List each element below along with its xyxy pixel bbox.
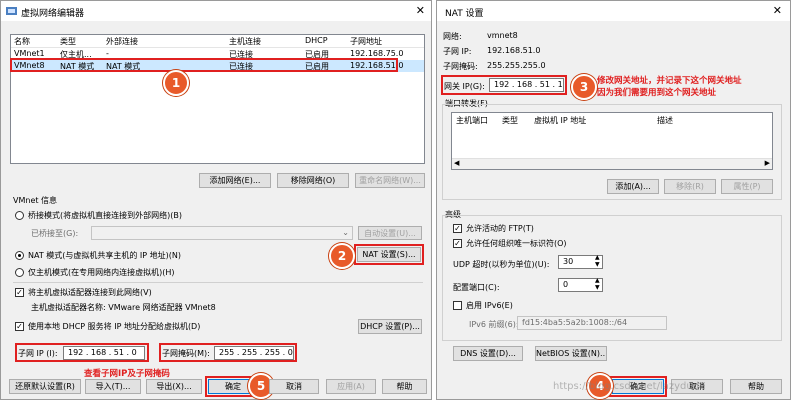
- network-table[interactable]: 名称 类型 外部连接 主机连接 DHCP 子网地址 VMnet1 仅主机... …: [10, 34, 425, 164]
- horizontal-scrollbar[interactable]: ◀ ▶: [452, 158, 772, 169]
- vmware-app-icon: [6, 7, 17, 15]
- import-button[interactable]: 导入(T)...: [85, 379, 141, 394]
- subnet-mask-value: 255.255.255.0: [487, 61, 546, 70]
- cancel-button[interactable]: 取消: [269, 379, 319, 394]
- chevron-down-icon: ⌄: [342, 228, 349, 237]
- connect-adapter-checkbox[interactable]: ✓: [15, 288, 24, 297]
- step-badge-1: 1: [163, 70, 189, 96]
- column-header[interactable]: 外部连接: [106, 36, 138, 47]
- column-header[interactable]: 主机端口: [456, 115, 488, 126]
- subnet-ip-label: 子网 IP:: [443, 47, 472, 56]
- scroll-right-icon[interactable]: ▶: [765, 159, 770, 167]
- remove-button[interactable]: 移除(R): [664, 179, 716, 194]
- column-header[interactable]: 类型: [502, 115, 518, 126]
- cell-name: VMnet1: [14, 49, 45, 58]
- netbios-settings-button[interactable]: NetBIOS 设置(N)...: [535, 346, 607, 361]
- scroll-left-icon[interactable]: ◀: [454, 159, 459, 167]
- column-header[interactable]: 名称: [14, 36, 30, 47]
- table-header: 名称 类型 外部连接 主机连接 DHCP 子网地址: [11, 35, 424, 48]
- connect-adapter-label[interactable]: 将主机虚拟适配器连接到此网络(V): [28, 287, 152, 298]
- add-network-button[interactable]: 添加网络(E)...: [199, 173, 271, 188]
- ipv6-prefix-field[interactable]: fd15:4ba5:5a2b:1008::/64: [517, 316, 667, 330]
- config-port-spinner-icon[interactable]: ▲ ▼: [595, 277, 600, 291]
- adapter-name-label: 主机虚拟适配器名称: VMware 网络适配器 VMnet8: [31, 303, 216, 312]
- close-icon[interactable]: ✕: [416, 4, 425, 17]
- host-only-label[interactable]: 仅主机模式(在专用网络内连接虚拟机)(H): [28, 267, 175, 278]
- bridge-mode-label[interactable]: 桥接模式(将虚拟机直接连接到外部网络)(B): [28, 210, 182, 221]
- highlight-vmnet8-row: [10, 58, 398, 72]
- annotation-gateway-line1: 修改网关地址，并记录下这个网关地址: [597, 76, 742, 86]
- column-header[interactable]: DHCP: [305, 36, 328, 45]
- restore-defaults-button[interactable]: 还原默认设置(R): [9, 379, 81, 394]
- use-dhcp-label[interactable]: 使用本地 DHCP 服务将 IP 地址分配给虚拟机(D): [28, 321, 200, 332]
- close-icon[interactable]: ✕: [773, 4, 782, 17]
- use-dhcp-checkbox[interactable]: ✓: [15, 322, 24, 331]
- cell-subnet: 192.168.75.0: [350, 49, 404, 58]
- highlight-subnet-ip: [15, 343, 149, 362]
- column-header[interactable]: 主机连接: [229, 36, 261, 47]
- apply-button[interactable]: 应用(A): [326, 379, 376, 394]
- allow-ftp-label[interactable]: 允许活动的 FTP(T): [466, 223, 534, 234]
- udp-timeout-spinner-icon[interactable]: ▲ ▼: [595, 254, 600, 268]
- step-badge-2: 2: [329, 243, 355, 269]
- window-title: 虚拟网络编辑器: [21, 9, 85, 19]
- subnet-mask-label: 子网掩码:: [443, 62, 478, 71]
- highlight-nat-settings: [354, 244, 424, 265]
- separator: [13, 282, 423, 283]
- help-button[interactable]: 帮助: [382, 379, 427, 394]
- annotation-gateway-line2: 因为我们需要用到这个网关地址: [597, 88, 717, 98]
- network-value: vmnet8: [487, 31, 518, 40]
- highlight-subnet-mask: [159, 343, 297, 362]
- ipv6-prefix-label: IPv6 前缀(6):: [469, 320, 519, 329]
- watermark: https://blog.csdn.net/lazydude: [553, 381, 706, 392]
- allow-oui-checkbox[interactable]: ✓: [453, 239, 462, 248]
- title-bar: NAT 设置 ✕: [437, 1, 790, 21]
- enable-ipv6-label[interactable]: 启用 IPv6(E): [466, 300, 513, 311]
- export-button[interactable]: 导出(X)...: [146, 379, 202, 394]
- column-header[interactable]: 描述: [657, 115, 673, 126]
- cell-external: -: [106, 49, 109, 58]
- host-only-radio[interactable]: [15, 268, 24, 277]
- column-header[interactable]: 虚拟机 IP 地址: [534, 115, 586, 126]
- udp-timeout-label: UDP 超时(以秒为单位)(U):: [453, 260, 550, 269]
- properties-button[interactable]: 属性(P): [721, 179, 773, 194]
- add-button[interactable]: 添加(A)...: [607, 179, 659, 194]
- subnet-ip-value: 192.168.51.0: [487, 46, 541, 55]
- nat-settings-window: NAT 设置 ✕ 网络: vmnet8 子网 IP: 192.168.51.0 …: [436, 0, 791, 400]
- rename-network-button[interactable]: 重命名网络(W)...: [355, 173, 425, 188]
- annotation-subnet: 查看子网IP及子网掩码: [84, 369, 170, 379]
- column-header[interactable]: 类型: [60, 36, 76, 47]
- virtual-network-editor-window: 虚拟网络编辑器 ✕ 名称 类型 外部连接 主机连接 DHCP 子网地址 VMne…: [0, 0, 432, 400]
- config-port-label: 配置端口(C):: [453, 283, 500, 292]
- help-button[interactable]: 帮助: [730, 379, 782, 394]
- bridge-mode-radio[interactable]: [15, 211, 24, 220]
- enable-ipv6-checkbox[interactable]: [453, 301, 462, 310]
- remove-network-button[interactable]: 移除网络(O): [277, 173, 349, 188]
- column-header[interactable]: 子网地址: [350, 36, 382, 47]
- window-title: NAT 设置: [445, 9, 484, 19]
- network-label: 网络:: [443, 32, 462, 41]
- port-forwarding-table[interactable]: 主机端口 类型 虚拟机 IP 地址 描述 ◀ ▶: [451, 112, 773, 170]
- allow-oui-label[interactable]: 允许任何组织唯一标识符(O): [466, 238, 567, 249]
- title-bar: 虚拟网络编辑器 ✕: [1, 1, 431, 21]
- dns-settings-button[interactable]: DNS 设置(D)...: [453, 346, 523, 361]
- bridged-to-select[interactable]: ⌄: [91, 226, 353, 240]
- bridged-to-label: 已桥接至(G):: [31, 229, 79, 238]
- highlight-gateway: [441, 75, 567, 95]
- dhcp-settings-button[interactable]: DHCP 设置(P)...: [358, 319, 422, 334]
- step-badge-3: 3: [571, 74, 597, 100]
- auto-settings-button[interactable]: 自动设置(U)...: [358, 226, 422, 240]
- vmnet-info-heading: VMnet 信息: [13, 196, 58, 205]
- allow-ftp-checkbox[interactable]: ✓: [453, 224, 462, 233]
- nat-mode-label[interactable]: NAT 模式(与虚拟机共享主机的 IP 地址)(N): [28, 250, 181, 261]
- nat-mode-radio[interactable]: [15, 251, 24, 260]
